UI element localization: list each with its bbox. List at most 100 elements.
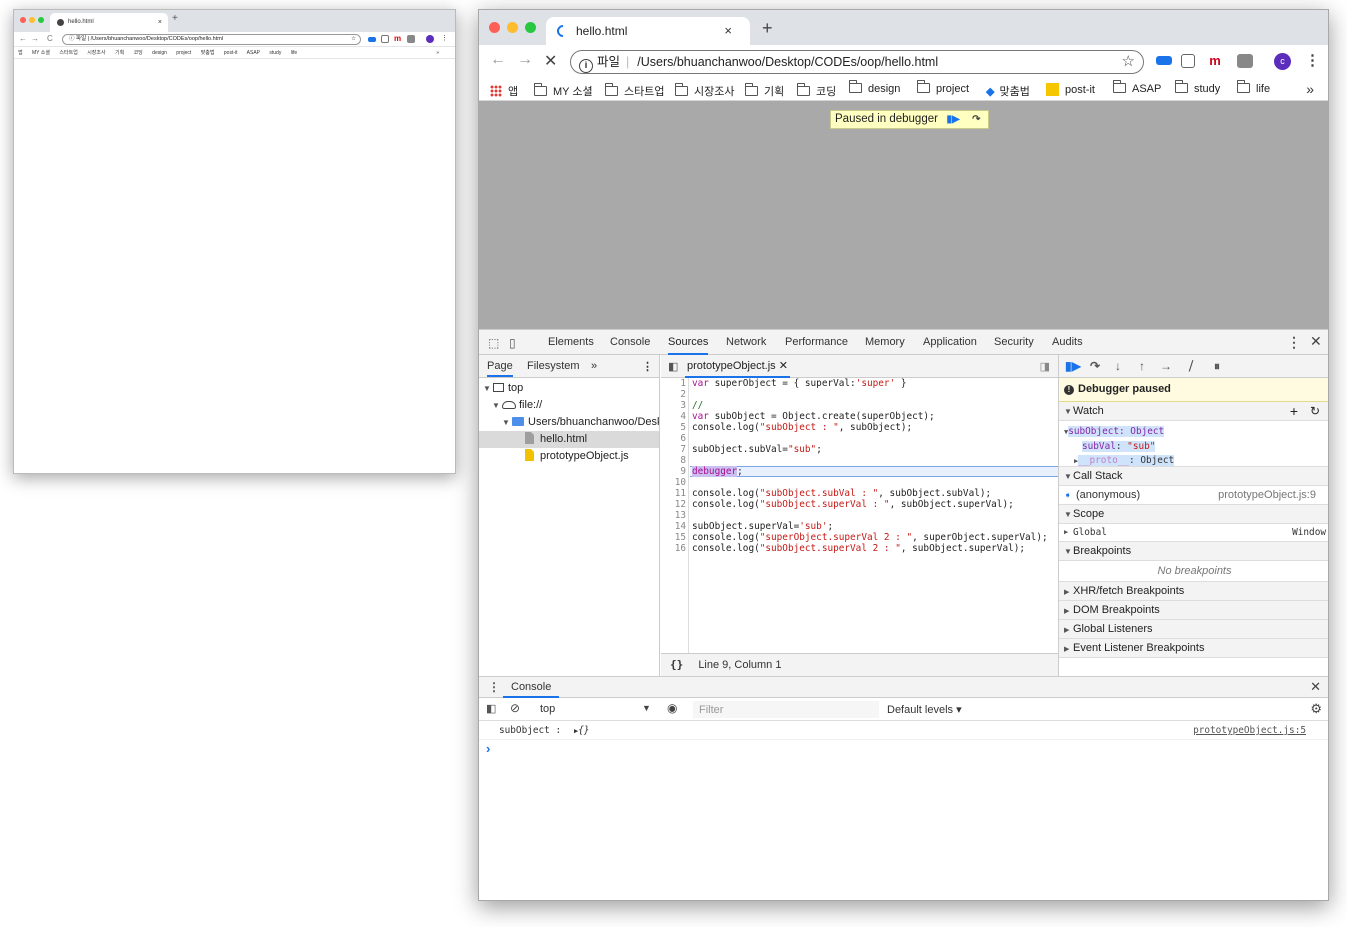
small-bookmark[interactable]: design: [152, 50, 167, 56]
zoom-window-icon[interactable]: [525, 22, 536, 33]
step-over-icon[interactable]: ↷: [968, 111, 984, 128]
step-icon[interactable]: →: [1160, 359, 1172, 373]
navigator-tab-page[interactable]: Page: [487, 360, 513, 377]
devtools-menu-icon[interactable]: ⋮: [1287, 334, 1301, 351]
small-bookmark[interactable]: 기획: [115, 50, 124, 56]
back-icon[interactable]: ←: [19, 34, 27, 43]
forward-icon[interactable]: →: [517, 51, 533, 69]
scope-global-row[interactable]: ▶ Global Window: [1059, 524, 1328, 542]
inspect-element-icon[interactable]: ⬚: [488, 336, 499, 350]
toggle-debugger-icon[interactable]: ◨: [1040, 360, 1050, 373]
clipper-extension-icon[interactable]: [1181, 54, 1195, 68]
tree-item-folder[interactable]: ▼ Users/bhuanchanwoo/Deskt: [502, 414, 659, 431]
tree-item-file[interactable]: hello.html: [479, 431, 659, 448]
toggle-navigator-icon[interactable]: ◧: [668, 360, 678, 373]
global-listeners-header[interactable]: ▶ Global Listeners: [1059, 620, 1328, 639]
bookmark-link[interactable]: post-it: [1046, 83, 1095, 96]
watch-expression[interactable]: ▼subObject: Object: [1064, 426, 1165, 437]
drawer-tab-console[interactable]: Console: [503, 677, 560, 698]
console-source-link[interactable]: prototypeObject.js:5: [1193, 725, 1306, 736]
line-number[interactable]: 12: [661, 499, 686, 510]
resume-icon[interactable]: ▮▶: [1065, 359, 1081, 373]
navigator-more-tabs[interactable]: »: [591, 360, 597, 372]
forward-icon[interactable]: →: [31, 34, 39, 43]
small-bookmark[interactable]: life: [291, 50, 297, 56]
context-dropdown-icon[interactable]: ▼: [642, 703, 651, 713]
line-number[interactable]: 13: [661, 510, 686, 521]
line-number[interactable]: 16: [661, 543, 686, 554]
tab-memory[interactable]: Memory: [865, 330, 905, 355]
dom-breakpoints-header[interactable]: ▶ DOM Breakpoints: [1059, 601, 1328, 620]
pause-on-exceptions-icon[interactable]: ⏸: [1214, 359, 1220, 374]
context-selector-label[interactable]: top: [540, 703, 555, 715]
console-filter-input[interactable]: [693, 701, 879, 718]
close-tab-icon[interactable]: ×: [724, 17, 732, 45]
zoom-window-icon[interactable]: [38, 17, 44, 23]
tab-security[interactable]: Security: [994, 330, 1034, 355]
address-bar[interactable]: i 파일 | /Users/bhuanchanwoo/Desktop/CODEs/oo…: [570, 50, 1144, 74]
line-number[interactable]: 2: [661, 389, 686, 400]
console-prompt-caret[interactable]: ›: [486, 741, 490, 756]
line-number[interactable]: 3: [661, 400, 686, 411]
minimize-window-icon[interactable]: [29, 17, 35, 23]
profile-avatar[interactable]: c: [1274, 53, 1291, 70]
small-bookmark[interactable]: study: [269, 50, 281, 56]
pretty-print-button[interactable]: {}: [670, 658, 683, 671]
small-browser-tab[interactable]: hello.html ×: [50, 13, 168, 32]
bookmark-folder[interactable]: study: [1174, 80, 1220, 95]
event-listener-breakpoints-header[interactable]: ▶ Event Listener Breakpoints: [1059, 639, 1328, 658]
tab-audits[interactable]: Audits: [1052, 330, 1083, 355]
bookmark-folder[interactable]: project: [916, 80, 969, 95]
back-icon[interactable]: ←: [490, 51, 506, 69]
line-number[interactable]: 11: [661, 488, 686, 499]
line-number[interactable]: 10: [661, 477, 686, 488]
small-address-bar[interactable]: ⓘ 파일 | /Users/bhuanchanwoo/Desktop/CODEs…: [62, 34, 361, 45]
small-bookmark[interactable]: 시장조사: [87, 50, 105, 56]
console-settings-gear-icon[interactable]: ⚙: [1310, 701, 1322, 717]
small-bookmark[interactable]: MY 소셜: [32, 50, 50, 56]
reload-icon[interactable]: C: [47, 34, 53, 43]
line-number[interactable]: 15: [661, 532, 686, 543]
bookmark-folder[interactable]: 기획: [744, 83, 784, 99]
extension-m-icon[interactable]: m: [394, 35, 402, 43]
step-into-icon[interactable]: ↓: [1115, 359, 1121, 373]
refresh-watch-icon[interactable]: ↻: [1310, 402, 1320, 420]
tab-console[interactable]: Console: [610, 330, 650, 355]
bookmark-star-icon[interactable]: ☆: [351, 35, 356, 44]
new-tab-icon[interactable]: +: [172, 13, 178, 24]
line-number[interactable]: 14: [661, 521, 686, 532]
bookmark-folder[interactable]: 코딩: [796, 83, 836, 99]
tree-item-origin[interactable]: ▼ file://: [492, 397, 659, 414]
small-bookmark[interactable]: 맞춤법: [201, 50, 215, 56]
extension-icon[interactable]: [381, 35, 389, 43]
tab-performance[interactable]: Performance: [785, 330, 848, 355]
small-bookmark[interactable]: post-it: [224, 50, 238, 56]
line-number[interactable]: 7: [661, 444, 686, 455]
console-message[interactable]: subObject : ▶{} prototypeObject.js:5: [479, 721, 1328, 740]
watch-section-header[interactable]: ▼Watch + ↻: [1059, 402, 1328, 421]
bookmark-folder[interactable]: 스타트업: [604, 83, 664, 99]
device-toolbar-icon[interactable]: ▯: [509, 336, 516, 350]
small-bookmark[interactable]: 스타트업: [59, 50, 77, 56]
bookmark-star-icon[interactable]: ☆: [1122, 51, 1135, 73]
console-object-toggle[interactable]: ▶{}: [574, 725, 590, 736]
avatar-icon[interactable]: [426, 35, 434, 43]
small-bookmark[interactable]: ASAP: [247, 50, 260, 56]
small-bookmarks-more[interactable]: »: [436, 47, 439, 59]
bookmark-folder[interactable]: ASAP: [1112, 80, 1161, 95]
small-bookmark[interactable]: project: [176, 50, 191, 56]
watch-property[interactable]: subVal: "sub": [1082, 441, 1156, 452]
tree-item-file[interactable]: prototypeObject.js: [479, 448, 659, 465]
scope-header[interactable]: ▼Scope: [1059, 505, 1328, 524]
bookmark-folder[interactable]: life: [1236, 80, 1270, 95]
main-browser-window[interactable]: hello.html × + ← → ✕ i 파일 | /Users/bhuancha…: [478, 9, 1329, 901]
console-sidebar-toggle-icon[interactable]: ◧: [486, 702, 496, 715]
info-icon[interactable]: i: [579, 59, 593, 73]
bookmark-apps[interactable]: 앱: [490, 83, 518, 99]
drawer-menu-icon[interactable]: ⋮: [488, 680, 500, 694]
breakpoints-header[interactable]: ▼Breakpoints: [1059, 542, 1328, 561]
log-levels-dropdown[interactable]: Default levels ▾: [887, 703, 962, 716]
editor-file-tab[interactable]: prototypeObject.js ✕: [685, 355, 790, 378]
extension-icon[interactable]: [368, 37, 376, 42]
add-watch-icon[interactable]: +: [1290, 402, 1298, 420]
